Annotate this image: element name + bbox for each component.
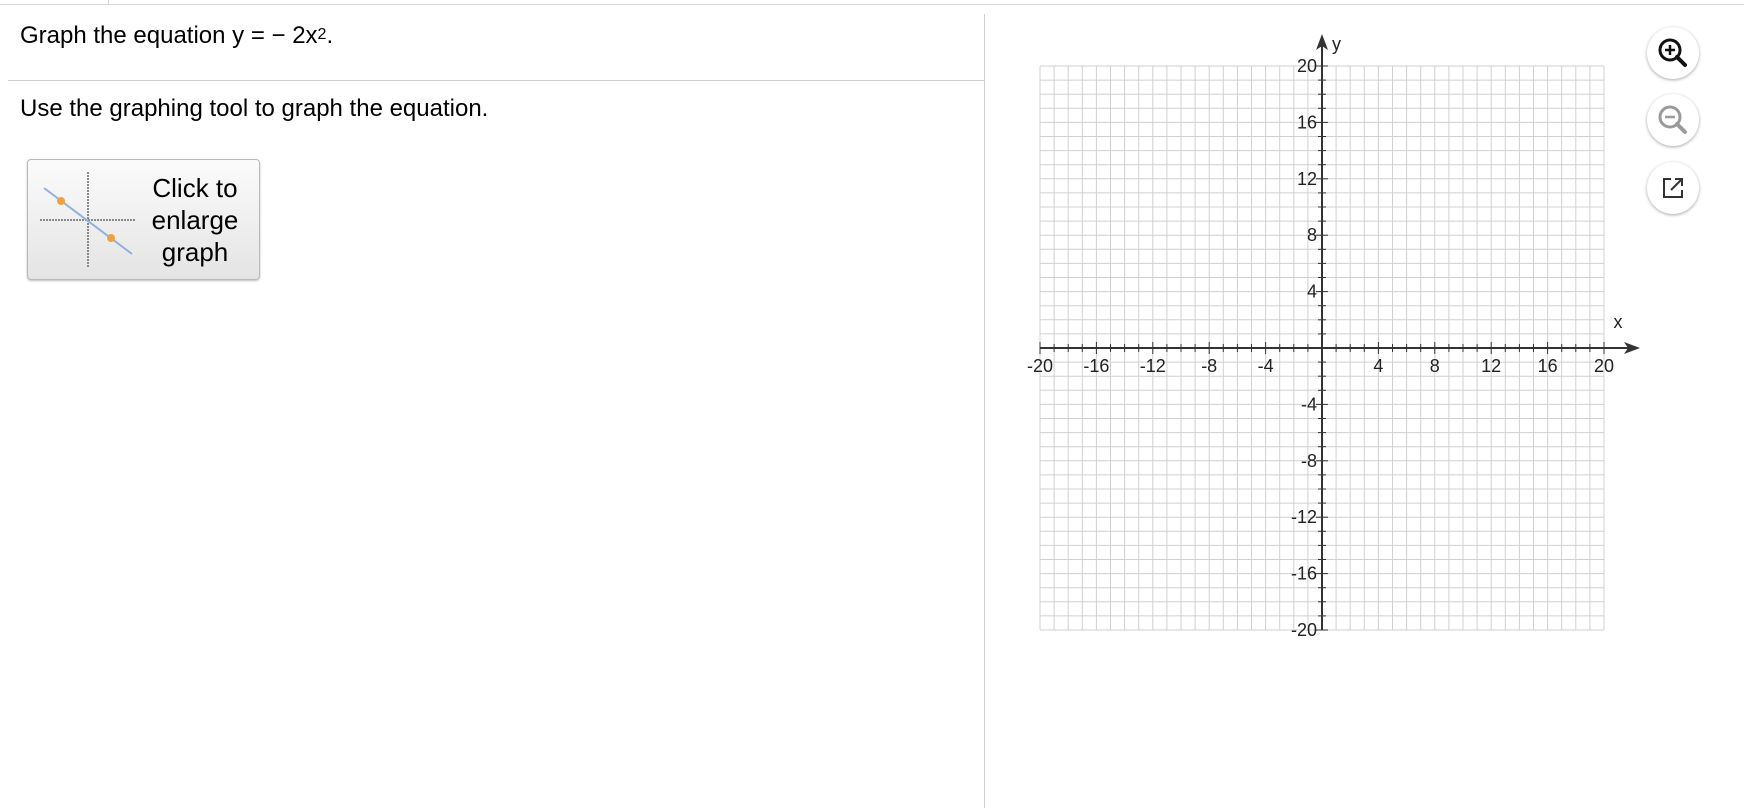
enlarge-graph-label: Click to enlarge graph	[151, 173, 239, 267]
y-tick-label: 12	[1297, 169, 1317, 189]
pane-splitter[interactable]	[984, 14, 985, 808]
x-tick-label: 16	[1538, 356, 1558, 376]
x-tick-label: 20	[1594, 356, 1614, 376]
y-tick-label: 8	[1307, 225, 1317, 245]
y-tick-label: 16	[1297, 112, 1317, 132]
question-pane	[0, 14, 984, 808]
x-tick-label: -16	[1083, 356, 1109, 376]
y-tick-label: 20	[1297, 56, 1317, 76]
y-tick-label: -8	[1301, 451, 1317, 471]
x-tick-label: 4	[1373, 356, 1383, 376]
question-text: Graph the equation y = − 2x2.	[20, 20, 333, 55]
zoom-in-icon	[1658, 38, 1687, 67]
x-tick-label: 8	[1430, 356, 1440, 376]
x-tick-label: -20	[1027, 356, 1053, 376]
zoom-out-button[interactable]	[1647, 94, 1699, 146]
y-tick-label: 4	[1307, 282, 1317, 302]
x-tick-label: -8	[1201, 356, 1217, 376]
y-tick-label: -20	[1291, 620, 1317, 640]
x-tick-label: -4	[1258, 356, 1274, 376]
y-tick-label: -16	[1291, 564, 1317, 584]
zoom-out-icon	[1658, 105, 1687, 134]
question-prefix: Graph the equation y = − 2x	[20, 22, 318, 49]
question-suffix: .	[326, 22, 334, 49]
question-divider	[8, 80, 984, 81]
x-axis-label: x	[1614, 312, 1623, 332]
graph-area[interactable]: -20 -16 -12 -8 -4 4 8 12 16 20 20 16 12 8 4 -4 -8 -12 -16 -…	[1012, 30, 1652, 670]
popout-button[interactable]	[1647, 162, 1699, 214]
x-tick-label: 12	[1481, 356, 1501, 376]
enlarge-graph-button[interactable]: Click to enlarge graph	[27, 159, 260, 280]
zoom-in-button[interactable]	[1647, 27, 1699, 79]
y-tick-label: -12	[1291, 507, 1317, 527]
top-divider-tick	[108, 0, 109, 4]
question-exponent: 2	[317, 26, 327, 43]
graph-thumbnail-icon	[40, 172, 136, 268]
y-tick-label: -4	[1301, 394, 1317, 414]
x-tick-label: -12	[1140, 356, 1166, 376]
top-divider	[0, 4, 1744, 5]
instruction-text: Use the graphing tool to graph the equat…	[20, 95, 489, 122]
popout-icon	[1663, 178, 1683, 198]
y-axis-label: y	[1332, 34, 1341, 54]
